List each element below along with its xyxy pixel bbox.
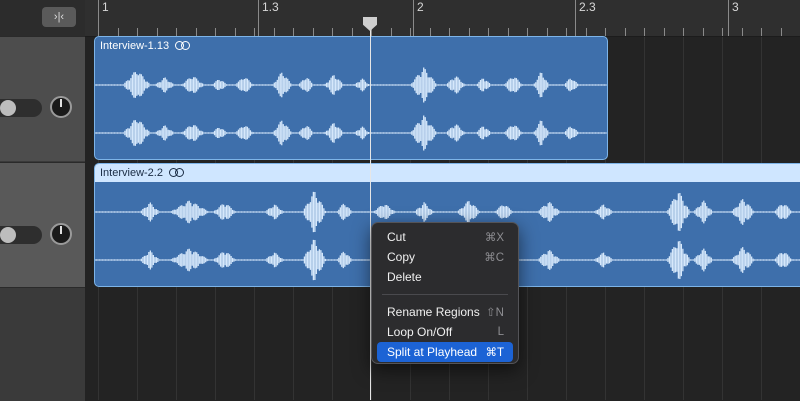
loop-icon [175,41,191,51]
track-1-toggle[interactable] [0,99,42,117]
ruler-minor-tick [702,28,704,36]
waveform-channel [95,115,607,151]
menu-item-shortcut: L [497,326,504,338]
ruler-minor-tick [449,28,450,36]
context-menu: Cut ⌘X Copy ⌘C Delete Rename Regions ⇧N … [371,222,519,364]
menu-item-loop-on-off[interactable]: Loop On/Off L [377,322,513,342]
menu-item-label: Cut [387,230,406,244]
ruler-minor-tick [566,28,567,36]
ruler-minor-tick [488,28,489,36]
loop-icon [168,168,185,178]
ruler-minor-tick [351,28,353,36]
ruler-minor-tick [137,28,138,36]
menu-item-label: Copy [387,250,416,264]
ruler-minor-tick [390,28,392,36]
catch-playhead-button[interactable]: ›|‹ [42,7,76,27]
region-name: Interview-1.13 [100,40,170,52]
ruler-label: 2 [417,0,424,14]
ruler-minor-tick [605,28,606,36]
track-header-top: ›|‹ [0,0,85,36]
menu-item-copy[interactable]: Copy ⌘C [377,247,513,267]
ruler-label: 2.3 [579,0,596,14]
region-name: Interview-2.2 [100,167,163,179]
track-header-2[interactable] [0,162,85,287]
waveform-channel [95,67,607,103]
track-2-toggle[interactable] [0,226,42,244]
menu-item-label: Rename Regions [387,305,480,319]
ruler-minor-tick [741,28,743,36]
region-interview-1-13[interactable]: Interview-1.13 [94,36,608,160]
ruler-label: 1 [102,0,109,14]
ruler-major-tick [258,0,259,36]
track-2-volume-knob[interactable] [50,223,72,245]
ruler-minor-tick [683,28,684,36]
ruler-minor-tick [644,28,645,36]
ruler-major-tick [575,0,576,36]
ruler-minor-tick [332,28,333,36]
ruler-minor-tick [663,28,665,36]
ruler-minor-tick [527,28,528,36]
menu-item-rename-regions[interactable]: Rename Regions ⇧N [377,302,513,322]
track-headers: ›|‹ [0,0,85,401]
region-header[interactable]: Interview-1.13 [95,37,607,55]
menu-item-shortcut: ⌘T [485,347,504,359]
menu-item-shortcut: ⌘X [484,232,504,244]
ruler-minor-tick [468,28,470,36]
ruler-minor-tick [156,28,158,36]
catch-playhead-icon: ›|‹ [53,11,65,23]
menu-item-delete[interactable]: Delete [377,267,513,287]
ruler-minor-tick [215,28,216,36]
ruler-minor-tick [722,28,723,36]
menu-item-label: Delete [387,270,422,284]
ruler-minor-tick [254,28,255,36]
ruler-label: 1.3 [262,0,279,14]
track-header-1[interactable] [0,36,85,161]
ruler-minor-tick [624,28,626,36]
menu-item-label: Split at Playhead [387,345,478,359]
ruler-minor-tick [585,28,587,36]
ruler-minor-tick [761,28,762,36]
ruler-minor-tick [410,28,411,36]
region-1-waveform [95,67,607,151]
ruler-minor-tick [234,28,236,36]
ruler-minor-tick [293,28,294,36]
ruler-minor-tick [429,28,431,36]
ruler-label: 3 [732,0,739,14]
menu-item-label: Loop On/Off [387,325,453,339]
ruler-minor-tick [98,28,99,36]
ruler-minor-tick [117,28,119,36]
ruler-minor-tick [176,28,177,36]
menu-separator [382,294,508,295]
menu-item-split-at-playhead[interactable]: Split at Playhead ⌘T [377,342,513,362]
ruler-major-tick [728,0,729,36]
ruler-major-tick [413,0,414,36]
menu-item-shortcut: ⌘C [484,252,504,264]
menu-item-shortcut: ⇧N [486,307,504,319]
empty-track-area [0,287,85,401]
region-header[interactable]: Interview-2.2 [95,164,800,182]
ruler-minor-tick [273,28,275,36]
ruler-minor-tick [195,28,197,36]
ruler-minor-tick [507,28,509,36]
timeline-ruler[interactable]: 1 1.3 2 2.3 3 [85,0,800,37]
ruler-minor-tick [546,28,548,36]
track-1-volume-knob[interactable] [50,96,72,118]
ruler-minor-tick [780,28,782,36]
ruler-minor-tick [312,28,314,36]
menu-item-cut[interactable]: Cut ⌘X [377,227,513,247]
